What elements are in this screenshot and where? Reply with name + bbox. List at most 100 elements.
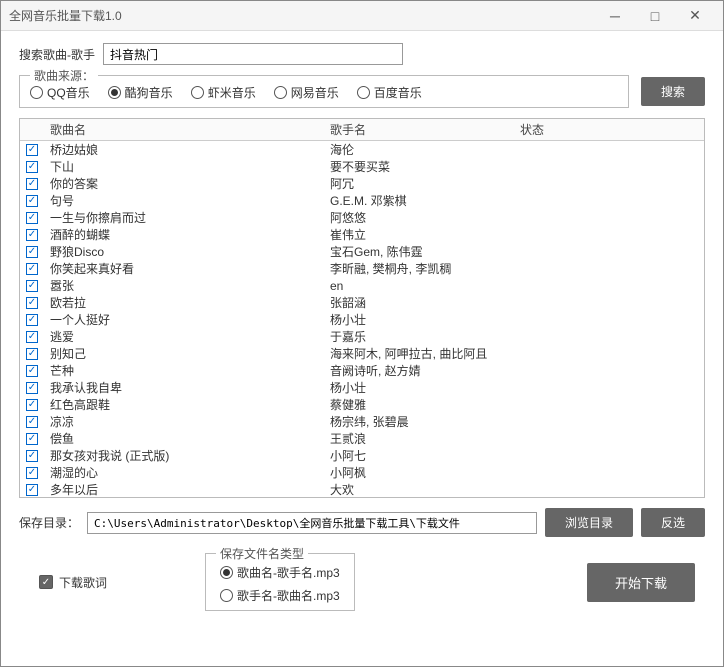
source-radio-3[interactable]: 网易音乐 [274,84,339,101]
radio-icon [191,86,204,99]
row-checkbox[interactable] [26,263,38,275]
search-button[interactable]: 搜索 [641,77,705,106]
row-checkbox[interactable] [26,161,38,173]
cell-song: 那女孩对我说 (正式版) [50,447,330,464]
lyric-checkbox[interactable]: ✓ 下载歌词 [39,574,107,591]
table-row[interactable]: 欧若拉张韶涵 [20,294,704,311]
row-checkbox[interactable] [26,331,38,343]
cell-song: 我承认我自卑 [50,379,330,396]
table-row[interactable]: 逃爱于嘉乐 [20,328,704,345]
cell-singer: 李昕融, 樊桐舟, 李凯稠 [330,260,520,277]
source-radio-4[interactable]: 百度音乐 [357,84,422,101]
cell-singer: 于嘉乐 [330,328,520,345]
row-checkbox[interactable] [26,416,38,428]
fileformat-legend: 保存文件名类型 [216,545,308,562]
row-checkbox[interactable] [26,212,38,224]
fileformat-fieldset: 保存文件名类型 歌曲名-歌手名.mp3歌手名-歌曲名.mp3 [205,553,355,611]
save-path-input[interactable] [87,512,537,534]
radio-icon [220,589,233,602]
row-checkbox[interactable] [26,399,38,411]
row-checkbox[interactable] [26,144,38,156]
row-checkbox[interactable] [26,450,38,462]
row-checkbox[interactable] [26,484,38,496]
cell-song: 下山 [50,158,330,175]
row-checkbox[interactable] [26,297,38,309]
cell-song: 酒醉的蝴蝶 [50,226,330,243]
header-song[interactable]: 歌曲名 [50,121,330,138]
table-row[interactable]: 红色高跟鞋蔡健雅 [20,396,704,413]
row-checkbox[interactable] [26,229,38,241]
start-download-button[interactable]: 开始下载 [587,563,695,602]
search-input[interactable] [103,43,403,65]
minimize-button[interactable]: ─ [595,2,635,30]
table-row[interactable]: 那女孩对我说 (正式版)小阿七 [20,447,704,464]
row-checkbox[interactable] [26,467,38,479]
table-row[interactable]: 下山要不要买菜 [20,158,704,175]
fileformat-radio-0[interactable]: 歌曲名-歌手名.mp3 [220,564,340,581]
radio-icon [274,86,287,99]
search-label: 搜索歌曲-歌手 [19,46,95,63]
table-row[interactable]: 多年以后大欢 [20,481,704,497]
cell-song: 你的答案 [50,175,330,192]
fileformat-radio-1[interactable]: 歌手名-歌曲名.mp3 [220,587,340,604]
row-checkbox[interactable] [26,280,38,292]
source-radio-0[interactable]: QQ音乐 [30,84,90,101]
table-row[interactable]: 嚣张en [20,277,704,294]
cell-song: 一个人挺好 [50,311,330,328]
cell-song: 偿鱼 [50,430,330,447]
cell-song: 逃爱 [50,328,330,345]
cell-singer: 杨小壮 [330,311,520,328]
invert-button[interactable]: 反选 [641,508,705,537]
source-fieldset: 歌曲来源： QQ音乐酷狗音乐虾米音乐网易音乐百度音乐 [19,75,629,108]
maximize-button[interactable]: □ [635,2,675,30]
cell-song: 潮湿的心 [50,464,330,481]
cell-singer: 阿悠悠 [330,209,520,226]
table-row[interactable]: 野狼Disco宝石Gem, 陈伟霆 [20,243,704,260]
cell-song: 芒种 [50,362,330,379]
table-row[interactable]: 我承认我自卑杨小壮 [20,379,704,396]
table-row[interactable]: 凉凉杨宗纬, 张碧晨 [20,413,704,430]
cell-singer: 要不要买菜 [330,158,520,175]
cell-singer: 蔡健雅 [330,396,520,413]
table-row[interactable]: 别知己海来阿木, 阿呷拉古, 曲比阿且 [20,345,704,362]
cell-song: 多年以后 [50,481,330,497]
close-button[interactable]: ✕ [675,2,715,30]
table-row[interactable]: 你的答案阿冗 [20,175,704,192]
source-radio-label: 酷狗音乐 [125,84,173,101]
cell-singer: en [330,279,520,293]
table-row[interactable]: 桥边姑娘海伦 [20,141,704,158]
cell-singer: 杨小壮 [330,379,520,396]
row-checkbox[interactable] [26,382,38,394]
cell-singer: 崔伟立 [330,226,520,243]
row-checkbox[interactable] [26,433,38,445]
cell-song: 桥边姑娘 [50,141,330,158]
row-checkbox[interactable] [26,314,38,326]
results-table: 歌曲名 歌手名 状态 桥边姑娘海伦下山要不要买菜你的答案阿冗句号G.E.M. 邓… [19,118,705,498]
table-row[interactable]: 一个人挺好杨小壮 [20,311,704,328]
row-checkbox[interactable] [26,365,38,377]
table-row[interactable]: 酒醉的蝴蝶崔伟立 [20,226,704,243]
cell-song: 一生与你擦肩而过 [50,209,330,226]
row-checkbox[interactable] [26,195,38,207]
header-singer[interactable]: 歌手名 [330,121,520,138]
header-status[interactable]: 状态 [520,121,686,138]
table-row[interactable]: 句号G.E.M. 邓紫棋 [20,192,704,209]
row-checkbox[interactable] [26,348,38,360]
source-radio-label: 百度音乐 [374,84,422,101]
table-row[interactable]: 你笑起来真好看李昕融, 樊桐舟, 李凯稠 [20,260,704,277]
table-body[interactable]: 桥边姑娘海伦下山要不要买菜你的答案阿冗句号G.E.M. 邓紫棋一生与你擦肩而过阿… [20,141,704,497]
source-radio-label: 虾米音乐 [208,84,256,101]
source-radio-2[interactable]: 虾米音乐 [191,84,256,101]
table-row[interactable]: 偿鱼王贰浪 [20,430,704,447]
row-checkbox[interactable] [26,246,38,258]
cell-song: 欧若拉 [50,294,330,311]
table-row[interactable]: 一生与你擦肩而过阿悠悠 [20,209,704,226]
browse-button[interactable]: 浏览目录 [545,508,633,537]
cell-singer: 王贰浪 [330,430,520,447]
row-checkbox[interactable] [26,178,38,190]
source-radio-label: 网易音乐 [291,84,339,101]
table-row[interactable]: 潮湿的心小阿枫 [20,464,704,481]
table-row[interactable]: 芒种音阙诗听, 赵方婧 [20,362,704,379]
source-radio-1[interactable]: 酷狗音乐 [108,84,173,101]
cell-song: 凉凉 [50,413,330,430]
